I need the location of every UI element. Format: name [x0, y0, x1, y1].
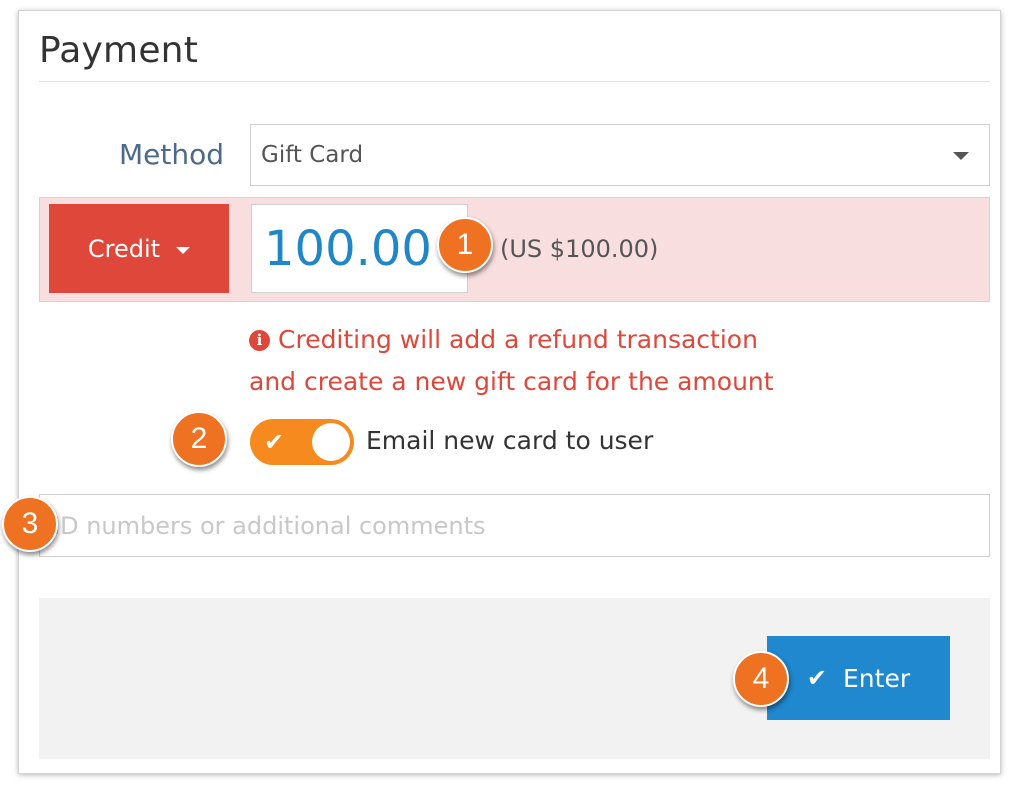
caret-down-icon — [953, 152, 969, 160]
page-title: Payment — [39, 30, 199, 71]
callout-badge-1: 1 — [437, 217, 493, 273]
method-selected-value: Gift Card — [261, 142, 364, 168]
credit-warning: i Crediting will add a refund transaction… — [249, 319, 849, 403]
credit-dropdown-button[interactable]: Credit — [49, 204, 229, 293]
callout-badge-4: 4 — [733, 651, 789, 707]
toggle-knob — [312, 423, 350, 461]
method-select[interactable]: Gift Card — [250, 124, 990, 186]
callout-badge-3: 3 — [2, 496, 58, 552]
payment-panel: Payment Method Gift Card Credit (US $100… — [18, 10, 1001, 774]
email-card-label: Email new card to user — [366, 426, 654, 455]
amount-row: Credit (US $100.00) — [39, 197, 990, 302]
warning-line-2: and create a new gift card for the amoun… — [249, 367, 774, 396]
callout-badge-2: 2 — [171, 411, 227, 467]
form-footer: ✔ Enter — [39, 598, 990, 759]
comments-input[interactable] — [39, 494, 990, 557]
email-card-toggle[interactable]: ✔ — [250, 419, 354, 465]
method-label: Method — [118, 138, 224, 171]
converted-amount: (US $100.00) — [500, 235, 659, 263]
title-divider — [39, 81, 990, 82]
credit-button-label: Credit — [87, 234, 161, 263]
enter-button[interactable]: ✔ Enter — [767, 636, 950, 720]
caret-down-icon — [176, 247, 191, 254]
warning-line-1: Crediting will add a refund transaction — [278, 325, 758, 354]
enter-button-label: Enter — [843, 663, 911, 693]
amount-input[interactable] — [251, 204, 468, 293]
check-icon: ✔ — [264, 428, 285, 456]
check-icon: ✔ — [806, 664, 827, 692]
info-icon: i — [249, 330, 270, 351]
